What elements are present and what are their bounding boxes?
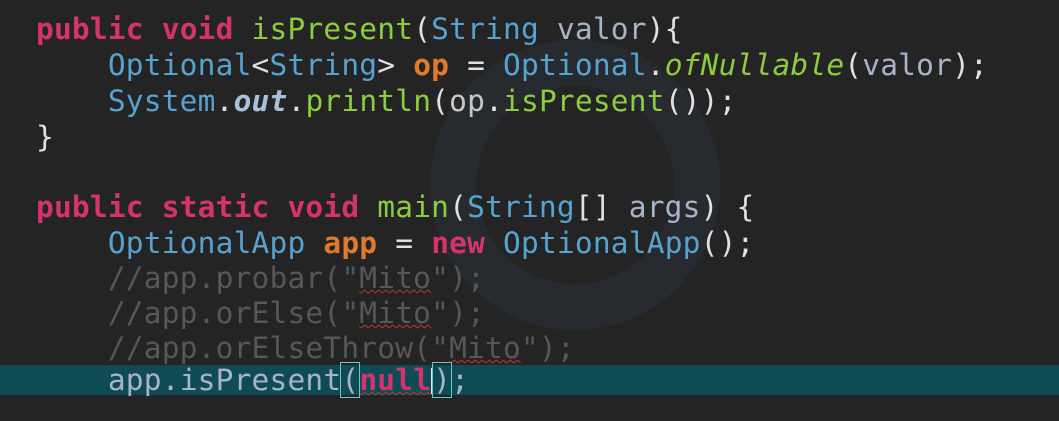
comment-text: "); [431,296,486,330]
comment-text: "); [520,331,575,365]
local-variable: app [323,226,378,260]
identifier: op [449,84,486,118]
type-name: OptionalApp [107,226,306,260]
spellcheck-word: Mito [449,331,521,365]
punctuation: ( [431,84,450,118]
comment-text: //app.orElse(" [107,296,360,330]
punctuation: . [161,363,180,397]
code-line-7[interactable]: //app.probar("Mito"); [36,261,485,295]
punctuation: [] [574,190,611,224]
punctuation: ()); [664,84,737,118]
spellcheck-word: Mito [359,261,432,295]
punctuation: . [646,48,665,82]
parameter-name: args [628,190,701,224]
code-line-4[interactable]: } [36,120,54,154]
method-name: isPresent [503,84,665,118]
punctuation: } [36,120,54,154]
matching-bracket-open: ( [340,362,361,398]
punctuation: . [287,84,306,118]
punctuation: < [251,48,270,82]
method-name: println [305,84,432,118]
method-name: isPresent [179,363,342,397]
method-name: main [377,190,450,224]
code-line-5[interactable]: public static void main(String[] args) { [36,190,754,224]
punctuation: ) { [700,190,755,224]
type-name: OptionalApp [503,226,701,260]
type-name: Optional [107,48,252,82]
type-name: String [431,12,539,46]
punctuation: . [485,84,504,118]
comment-text: "); [431,261,486,295]
code-line-10[interactable]: app.isPresent(null); [36,362,470,398]
punctuation: > [377,48,396,82]
identifier: app [107,363,162,397]
operator: = [395,226,414,260]
keyword: public [36,190,144,224]
parameter-name: valor [556,12,647,46]
punctuation: ( [413,12,432,46]
punctuation: . [215,84,234,118]
comment-text: //app.probar(" [107,261,360,295]
type-name: String [467,190,575,224]
comment-text: //app.orElseThrow(" [107,331,450,365]
punctuation: ){ [646,12,683,46]
static-method-name: ofNullable [664,48,845,82]
code-line-2[interactable]: Optional<String> op = Optional.ofNullabl… [36,48,988,82]
punctuation: ( [449,190,468,224]
type-name: String [269,48,378,82]
code-line-3[interactable]: System.out.println(op.isPresent()); [36,84,737,118]
method-name: isPresent [251,12,414,46]
keyword: new [431,226,486,260]
punctuation: ; [451,363,470,397]
code-line-6[interactable]: OptionalApp app = new OptionalApp(); [36,226,755,260]
code-line-8[interactable]: //app.orElse("Mito"); [36,296,485,330]
punctuation: (); [700,226,755,260]
keyword: static [161,190,270,224]
keyword: void [161,12,234,46]
null-keyword: null [359,363,432,397]
parameter-name: valor [862,48,953,82]
punctuation: ( [844,48,863,82]
code-line-1[interactable]: public void isPresent(String valor){ [36,12,683,46]
matching-bracket-close: ) [432,362,453,398]
type-name: Optional [503,48,647,82]
operator: = [467,48,486,82]
spellcheck-word: Mito [359,296,432,330]
keyword: void [287,190,360,224]
code-line-9[interactable]: //app.orElseThrow("Mito"); [36,331,575,365]
type-name: System [107,84,216,118]
punctuation: ); [952,48,988,82]
code-editor[interactable]: public void isPresent(String valor){ Opt… [0,0,1059,421]
keyword: public [36,12,144,46]
static-field: out [233,84,288,118]
local-variable: op [413,48,450,82]
